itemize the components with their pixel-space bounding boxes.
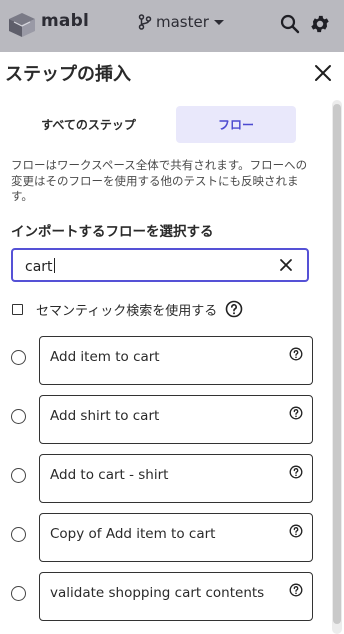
branch-selector[interactable]: master	[138, 12, 225, 32]
flow-radio[interactable]	[11, 586, 26, 601]
flow-name: Add item to cart	[50, 349, 160, 365]
flow-search-input[interactable]: cart	[11, 248, 309, 282]
brand-name: mabl	[41, 11, 89, 31]
semantic-search-checkbox[interactable]	[12, 303, 23, 315]
panel-title: ステップの挿入	[5, 64, 131, 85]
close-icon[interactable]	[312, 62, 334, 84]
flow-description: フローはワークスペース全体で共有されます。フローへの変更はそのフローを使用する他…	[11, 158, 308, 203]
select-flow-label: インポートするフローを選択する	[11, 224, 214, 240]
chevron-down-icon	[213, 20, 224, 25]
flow-radio[interactable]	[11, 350, 26, 365]
flow-name: Add shirt to cart	[50, 408, 160, 424]
flow-radio[interactable]	[11, 409, 26, 424]
semantic-search-option[interactable]: セマンティック検索を使用する	[12, 298, 243, 320]
help-circle-icon[interactable]	[289, 524, 303, 538]
semantic-search-label: セマンティック検索を使用する	[36, 303, 218, 319]
scrollbar-thumb[interactable]	[333, 104, 341, 624]
branch-name: master	[156, 13, 209, 31]
mabl-logo-icon	[9, 13, 35, 37]
flow-name: validate shopping cart contents	[50, 585, 265, 601]
help-circle-icon[interactable]	[289, 406, 303, 420]
app-header: mabl master	[0, 0, 344, 52]
flow-radio[interactable]	[11, 527, 26, 542]
gear-icon[interactable]	[309, 13, 331, 35]
flow-option[interactable]: Copy of Add item to cart	[0, 513, 344, 563]
flow-option[interactable]: Add item to cart	[0, 336, 344, 386]
clear-icon[interactable]	[277, 256, 295, 274]
search-icon[interactable]	[279, 13, 301, 35]
flow-name: Add to cart - shirt	[50, 467, 169, 483]
help-circle-icon[interactable]	[289, 583, 303, 597]
insert-step-panel: ステップの挿入 すべてのステップ フロー フローはワークスペース全体で共有されま…	[0, 52, 344, 634]
help-circle-icon[interactable]	[225, 300, 243, 318]
tab-flows[interactable]: フロー	[176, 106, 296, 143]
text-cursor	[53, 258, 55, 273]
flow-card[interactable]: Add to cart - shirt	[39, 454, 313, 503]
flow-option[interactable]: Add to cart - shirt	[0, 454, 344, 504]
flow-card[interactable]: Add shirt to cart	[39, 395, 313, 444]
flow-option[interactable]: Add shirt to cart	[0, 395, 344, 445]
flow-card[interactable]: Add item to cart	[39, 336, 313, 385]
flow-option[interactable]: validate shopping cart contents	[0, 572, 344, 622]
flow-card[interactable]: validate shopping cart contents	[39, 572, 313, 621]
flow-card[interactable]: Copy of Add item to cart	[39, 513, 313, 562]
tab-all-steps[interactable]: すべてのステップ	[12, 106, 165, 143]
help-circle-icon[interactable]	[289, 465, 303, 479]
help-circle-icon[interactable]	[289, 347, 303, 361]
branch-icon	[138, 14, 152, 30]
search-value: cart	[25, 259, 53, 275]
flow-radio[interactable]	[11, 468, 26, 483]
flow-name: Copy of Add item to cart	[50, 526, 216, 542]
